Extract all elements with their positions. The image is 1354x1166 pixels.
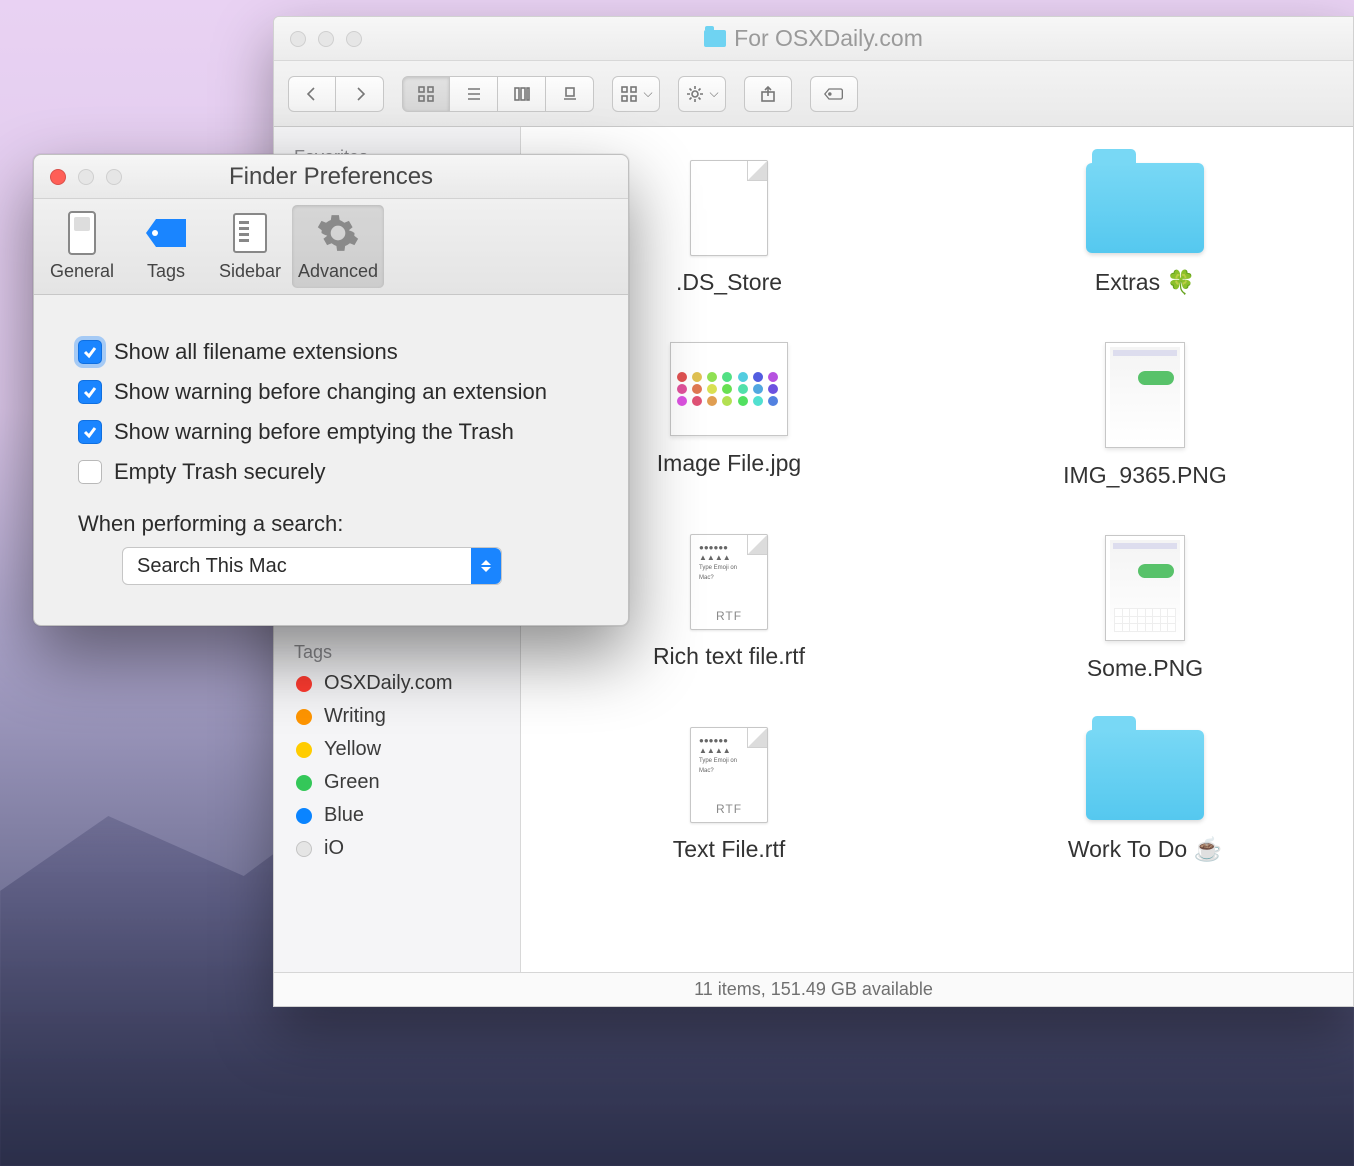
select-value: Search This Mac — [137, 555, 287, 578]
action-button[interactable]: ⌵ — [678, 76, 726, 112]
checkbox[interactable] — [78, 420, 102, 444]
finder-title: For OSXDaily.com — [274, 25, 1353, 52]
sidebar-icon — [233, 213, 267, 253]
folder-icon — [1086, 163, 1204, 253]
tab-label: Sidebar — [219, 261, 281, 282]
sidebar-tags-header: Tags — [274, 632, 520, 667]
checkbox[interactable] — [78, 380, 102, 404]
tab-label: Advanced — [298, 261, 378, 282]
file-item[interactable]: ●●●●●●▲▲▲▲Type Emoji on Mac?RTFText File… — [604, 728, 854, 863]
tab-tags[interactable]: Tags — [124, 205, 208, 288]
prefs-tabbar: General Tags Sidebar Advanced — [34, 199, 628, 295]
icon-view-button[interactable] — [402, 76, 450, 112]
tag-dot-icon — [296, 841, 312, 857]
file-item[interactable]: ●●●●●●▲▲▲▲Type Emoji on Mac?RTFRich text… — [604, 535, 854, 682]
tag-label: Blue — [324, 804, 364, 827]
tab-general[interactable]: General — [40, 205, 124, 288]
finder-titlebar[interactable]: For OSXDaily.com — [274, 17, 1353, 61]
arrange-button[interactable]: ⌵ — [612, 76, 660, 112]
file-label: Text File.rtf — [673, 836, 785, 863]
tag-label: Writing — [324, 705, 386, 728]
nav-segment — [288, 76, 384, 112]
status-text: 11 items, 151.49 GB available — [694, 979, 933, 1000]
finder-toolbar: ⌵ ⌵ — [274, 61, 1353, 127]
tag-dot-icon — [296, 676, 312, 692]
checkbox[interactable] — [78, 460, 102, 484]
tags-button[interactable] — [810, 76, 858, 112]
tab-sidebar[interactable]: Sidebar — [208, 205, 292, 288]
minimize-icon[interactable] — [318, 31, 334, 47]
finder-preferences-window: Finder Preferences General Tags Sidebar … — [33, 154, 629, 626]
tag-label: Yellow — [324, 738, 381, 761]
tag-label: OSXDaily.com — [324, 672, 453, 695]
tag-label: Green — [324, 771, 380, 794]
tag-label: iO — [324, 837, 344, 860]
gear-icon — [316, 211, 360, 255]
coverflow-view-button[interactable] — [546, 76, 594, 112]
tag-dot-icon — [296, 775, 312, 791]
search-scope-label: When performing a search: — [78, 511, 584, 537]
sidebar-tag-item[interactable]: Green — [274, 766, 520, 799]
finder-title-text: For OSXDaily.com — [734, 25, 923, 52]
checkbox-label: Show warning before changing an extensio… — [114, 379, 547, 405]
tag-dot-icon — [296, 742, 312, 758]
tag-icon — [146, 219, 186, 247]
prefs-titlebar[interactable]: Finder Preferences — [34, 155, 628, 199]
checkbox[interactable] — [78, 340, 102, 364]
file-label: Rich text file.rtf — [653, 643, 805, 670]
close-icon[interactable] — [290, 31, 306, 47]
switch-icon — [68, 211, 96, 255]
pref-check-row: Empty Trash securely — [78, 459, 584, 485]
sidebar-tag-item[interactable]: Yellow — [274, 733, 520, 766]
folder-icon — [1086, 730, 1204, 820]
forward-button[interactable] — [336, 76, 384, 112]
tab-label: General — [50, 261, 114, 282]
file-label: .DS_Store — [676, 269, 782, 296]
updown-icon — [471, 548, 501, 584]
file-label: Work To Do ☕ — [1068, 836, 1222, 863]
back-button[interactable] — [288, 76, 336, 112]
prefs-title: Finder Preferences — [34, 163, 628, 191]
file-label: Extras 🍀 — [1095, 269, 1195, 296]
checkbox-label: Show warning before emptying the Trash — [114, 419, 514, 445]
search-scope-select[interactable]: Search This Mac — [122, 547, 502, 585]
file-item[interactable]: .DS_Store — [604, 161, 854, 296]
checkbox-label: Empty Trash securely — [114, 459, 326, 485]
pref-check-row: Show warning before emptying the Trash — [78, 419, 584, 445]
file-label: Some.PNG — [1087, 655, 1203, 682]
sidebar-tag-item[interactable]: iO — [274, 832, 520, 865]
finder-icon-area[interactable]: .DS_Store Extras 🍀 Image File.jpg IMG_9365.… — [521, 127, 1353, 972]
pref-check-row: Show all filename extensions — [78, 339, 584, 365]
share-button[interactable] — [744, 76, 792, 112]
sidebar-tag-item[interactable]: OSXDaily.com — [274, 667, 520, 700]
file-item[interactable]: Work To Do ☕ — [1020, 728, 1270, 863]
sidebar-tag-item[interactable]: Blue — [274, 799, 520, 832]
file-label: IMG_9365.PNG — [1063, 462, 1227, 489]
file-label: Image File.jpg — [657, 450, 801, 477]
tab-advanced[interactable]: Advanced — [292, 205, 384, 288]
file-item[interactable]: Some.PNG — [1020, 535, 1270, 682]
tag-dot-icon — [296, 709, 312, 725]
maximize-icon[interactable] — [346, 31, 362, 47]
tag-dot-icon — [296, 808, 312, 824]
tab-label: Tags — [147, 261, 185, 282]
checkbox-label: Show all filename extensions — [114, 339, 398, 365]
finder-statusbar: 11 items, 151.49 GB available — [274, 972, 1353, 1006]
sidebar-tag-item[interactable]: Writing — [274, 700, 520, 733]
view-segment — [402, 76, 594, 112]
file-item[interactable]: Image File.jpg — [604, 342, 854, 489]
pref-check-row: Show warning before changing an extensio… — [78, 379, 584, 405]
prefs-body: Show all filename extensions Show warning… — [34, 295, 628, 625]
column-view-button[interactable] — [498, 76, 546, 112]
folder-icon — [704, 30, 726, 47]
file-item[interactable]: IMG_9365.PNG — [1020, 342, 1270, 489]
file-item[interactable]: Extras 🍀 — [1020, 161, 1270, 296]
list-view-button[interactable] — [450, 76, 498, 112]
